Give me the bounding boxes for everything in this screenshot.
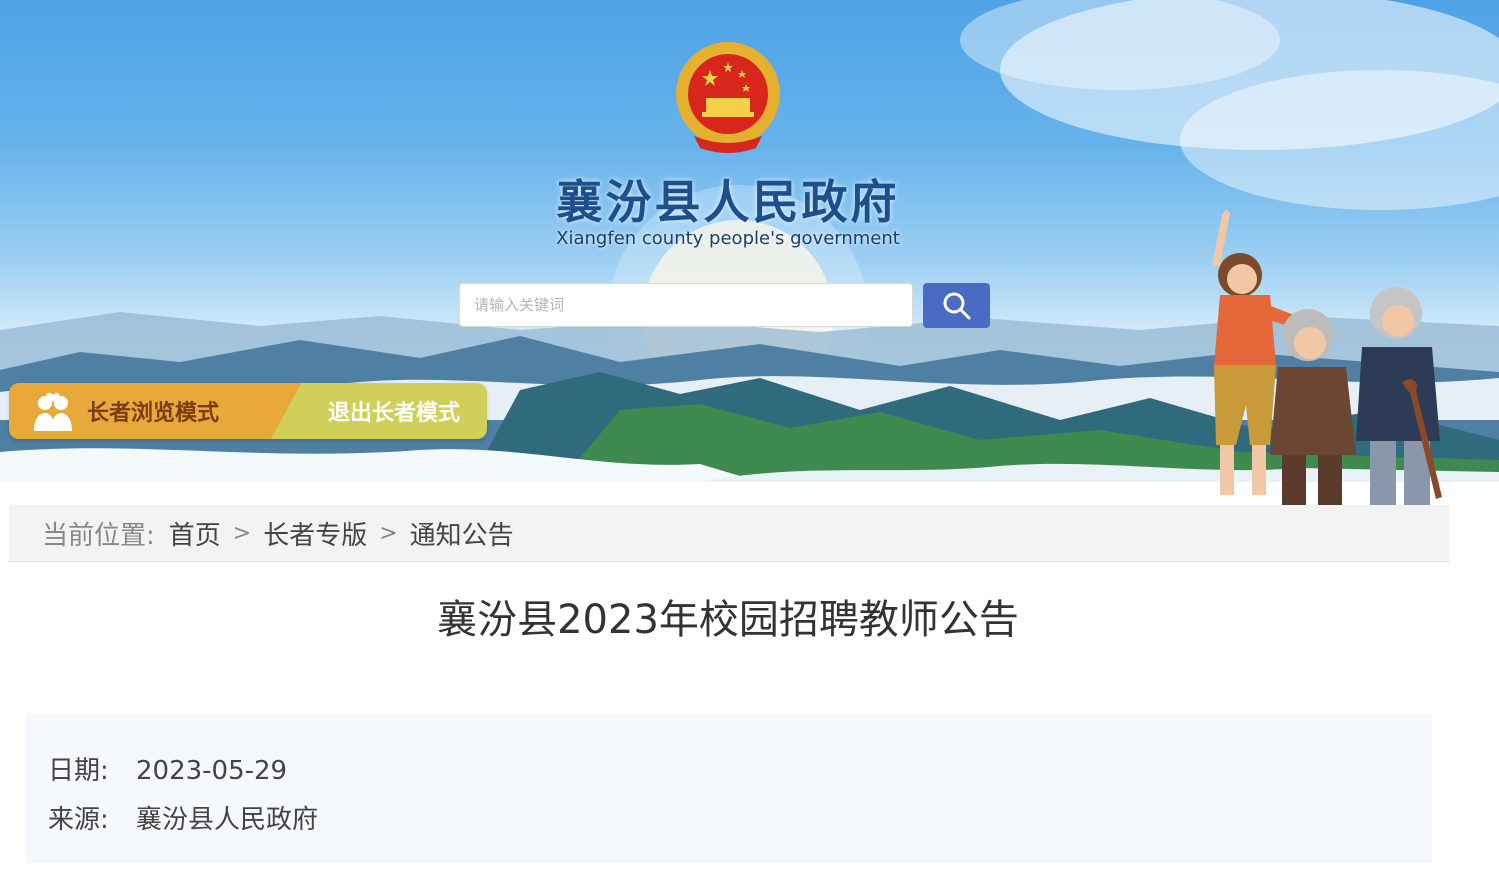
source-label: 来源:: [48, 805, 109, 835]
national-emblem-icon: [676, 42, 780, 153]
article-meta: 日期: 2023-05-29 来源: 襄汾县人民政府: [25, 714, 1432, 863]
exit-elder-mode-label: 退出长者模式: [327, 401, 460, 426]
elder-mode-label: 长者浏览模式: [87, 401, 220, 426]
article-title: 襄汾县2023年校园招聘教师公告: [437, 597, 1019, 643]
breadcrumb: 当前位置: 首页 > 长者专版 > 通知公告: [9, 505, 1449, 562]
search-button[interactable]: [923, 283, 990, 328]
elder-mode-button[interactable]: 长者浏览模式: [9, 383, 309, 439]
exit-elder-mode-button[interactable]: 退出长者模式: [271, 383, 487, 439]
meta-date: 日期: 2023-05-29: [48, 750, 287, 787]
elder-mode-bar: 长者浏览模式 退出长者模式: [9, 383, 487, 439]
date-label: 日期:: [48, 756, 109, 786]
family-illustration: [1212, 209, 1442, 505]
search-icon: [943, 292, 970, 319]
breadcrumb-prefix: 当前位置:: [42, 520, 155, 551]
breadcrumb-link-notices[interactable]: 通知公告: [410, 515, 514, 552]
source-value: 襄汾县人民政府: [136, 805, 319, 835]
breadcrumb-separator: >: [379, 520, 398, 546]
meta-source: 来源: 襄汾县人民政府: [48, 799, 318, 836]
elder-icon: [34, 392, 72, 431]
date-value: 2023-05-29: [136, 756, 288, 786]
breadcrumb-separator: >: [232, 520, 252, 546]
breadcrumb-link-home[interactable]: 首页: [169, 515, 221, 552]
breadcrumb-link-elder-edition[interactable]: 长者专版: [263, 515, 367, 552]
search-input[interactable]: [459, 283, 913, 327]
